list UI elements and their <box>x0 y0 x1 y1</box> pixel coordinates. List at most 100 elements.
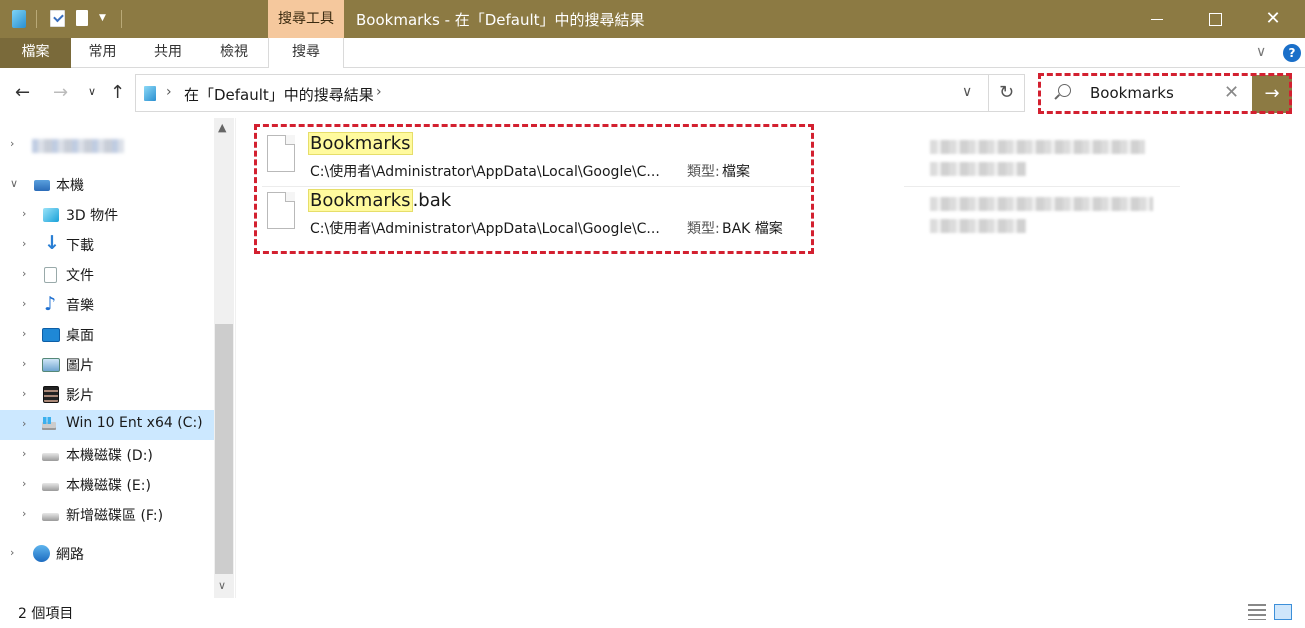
expand-chevron-icon[interactable]: › <box>22 417 26 430</box>
expand-chevron-icon[interactable]: › <box>22 297 26 310</box>
tab-search[interactable]: 搜尋 <box>268 38 344 68</box>
breadcrumb-separator-icon[interactable]: › <box>166 84 172 100</box>
expand-chevron-icon[interactable]: › <box>22 507 26 520</box>
file-icon <box>267 135 295 172</box>
blurred-file-size <box>930 162 1026 176</box>
tree-item-documents[interactable]: › 文件 <box>0 260 214 290</box>
scrollbar-thumb[interactable] <box>215 324 233 574</box>
up-arrow-icon[interactable]: ↑ <box>110 82 125 103</box>
file-name-rest: .bak <box>412 190 452 211</box>
tree-item-drive-d[interactable]: › 本機磁碟 (D:) <box>0 440 214 470</box>
minimize-button[interactable] <box>1128 0 1186 38</box>
tree-item-drive-e[interactable]: › 本機磁碟 (E:) <box>0 470 214 500</box>
tree-item-label: 新增磁碟區 (F:) <box>66 508 164 524</box>
customize-toolbar-chevron-icon[interactable]: ▼ <box>99 13 106 23</box>
computer-icon <box>34 180 50 191</box>
expand-ribbon-chevron-icon[interactable]: ∨ <box>1256 44 1266 60</box>
match-highlight: Bookmarks <box>308 132 413 155</box>
tree-item-this-pc[interactable]: ∨ 本機 <box>0 170 214 200</box>
file-type-value: 檔案 <box>722 164 750 180</box>
search-annotation-box <box>1038 73 1292 114</box>
file-type-label: 類型: <box>687 164 720 180</box>
expand-chevron-icon[interactable]: › <box>22 237 26 250</box>
scroll-up-icon[interactable]: ▲ <box>218 121 226 134</box>
maximize-button[interactable] <box>1186 0 1244 38</box>
expand-chevron-icon[interactable]: › <box>22 327 26 340</box>
tab-home[interactable]: 常用 <box>71 38 134 68</box>
quick-access-divider <box>36 10 37 28</box>
network-icon <box>33 545 50 562</box>
status-bar: 2 個項目 <box>0 598 1305 628</box>
desktop-icon <box>42 328 60 342</box>
ribbon-tabs: 檔案 常用 共用 檢視 搜尋 ∨ ? <box>0 38 1305 68</box>
tree-item-3d-objects[interactable]: › 3D 物件 <box>0 200 214 230</box>
tree-item-drive-c[interactable]: › Win 10 Ent x64 (C:) <box>0 410 214 440</box>
tree-item-label: 網路 <box>56 547 84 563</box>
expand-chevron-icon[interactable]: › <box>22 207 26 220</box>
window-title: Bookmarks - 在「Default」中的搜尋結果 <box>356 11 645 29</box>
tree-item-label: 影片 <box>66 388 94 404</box>
forward-arrow-icon[interactable]: → <box>53 82 68 103</box>
tree-item-label: Win 10 Ent x64 (C:) <box>66 415 203 431</box>
hard-drive-icon <box>41 448 59 462</box>
tree-item-quick-access[interactable]: › <box>0 130 214 160</box>
tab-view[interactable]: 檢視 <box>202 38 266 68</box>
file-type-label: 類型: <box>687 221 720 237</box>
blurred-date-modified <box>930 197 1153 211</box>
tree-item-network[interactable]: › 網路 <box>0 539 214 569</box>
breadcrumb-separator-icon[interactable]: › <box>376 84 382 100</box>
collapse-chevron-icon[interactable]: ∨ <box>10 177 18 190</box>
expand-chevron-icon[interactable]: › <box>22 387 26 400</box>
location-icon <box>144 86 156 101</box>
blurred-file-size <box>930 219 1026 233</box>
tree-item-videos[interactable]: › 影片 <box>0 380 214 410</box>
film-icon <box>43 386 59 403</box>
file-type-value: BAK 檔案 <box>722 221 783 237</box>
expand-chevron-icon[interactable]: › <box>22 267 26 280</box>
result-divider <box>262 186 810 187</box>
properties-icon[interactable] <box>50 10 65 27</box>
expand-chevron-icon[interactable]: › <box>10 546 14 559</box>
large-icons-view-icon[interactable] <box>1274 604 1292 620</box>
3d-objects-icon <box>43 208 59 222</box>
document-icon <box>44 267 57 283</box>
tree-item-downloads[interactable]: › 下載 <box>0 230 214 260</box>
result-divider <box>904 186 1180 187</box>
tree-item-label: 圖片 <box>66 358 94 374</box>
expand-chevron-icon[interactable]: › <box>22 357 26 370</box>
close-button[interactable]: ✕ <box>1244 0 1302 38</box>
hard-drive-icon <box>41 478 59 492</box>
recent-locations-chevron-icon[interactable]: ∨ <box>88 85 96 98</box>
address-history-chevron-icon[interactable]: ∨ <box>962 84 972 100</box>
refresh-icon[interactable]: ↻ <box>999 82 1014 103</box>
navigation-pane: › ∨ 本機 › 3D 物件 › 下載 › 文件 › 音樂 › 桌面 › 圖片 … <box>0 118 234 598</box>
match-highlight: Bookmarks <box>308 189 413 212</box>
back-arrow-icon[interactable]: ← <box>15 82 30 103</box>
tree-item-drive-f[interactable]: › 新增磁碟區 (F:) <box>0 500 214 530</box>
tree-item-desktop[interactable]: › 桌面 <box>0 320 214 350</box>
file-icon <box>267 192 295 229</box>
navigation-scrollbar[interactable]: ▲ ∨ <box>214 118 234 598</box>
tree-item-pictures[interactable]: › 圖片 <box>0 350 214 380</box>
expand-chevron-icon[interactable]: › <box>22 477 26 490</box>
tab-share[interactable]: 共用 <box>136 38 200 68</box>
result-item[interactable]: Bookmarks .bak C:\使用者\Administrator\AppDa… <box>262 189 822 245</box>
breadcrumb[interactable]: 在「Default」中的搜尋結果 <box>184 84 374 105</box>
explorer-app-icon[interactable] <box>12 10 26 28</box>
details-view-icon[interactable] <box>1248 604 1266 620</box>
new-folder-icon[interactable] <box>76 10 88 26</box>
help-icon[interactable]: ? <box>1283 44 1301 62</box>
tree-item-music[interactable]: › 音樂 <box>0 290 214 320</box>
windows-drive-icon <box>41 417 57 432</box>
expand-chevron-icon[interactable]: › <box>22 447 26 460</box>
expand-chevron-icon[interactable]: › <box>10 137 14 150</box>
scroll-down-icon[interactable]: ∨ <box>218 579 226 592</box>
tab-file[interactable]: 檔案 <box>0 38 71 68</box>
hard-drive-icon <box>41 508 59 522</box>
music-note-icon <box>43 293 59 315</box>
tree-item-label: 本機 <box>56 178 84 194</box>
tree-item-label: 音樂 <box>66 298 94 314</box>
title-bar: ▼ 搜尋工具 Bookmarks - 在「Default」中的搜尋結果 ✕ <box>0 0 1305 38</box>
result-item[interactable]: Bookmarks C:\使用者\Administrator\AppData\L… <box>262 132 822 188</box>
address-bar[interactable]: › 在「Default」中的搜尋結果 › ∨ ↻ <box>135 74 1025 112</box>
